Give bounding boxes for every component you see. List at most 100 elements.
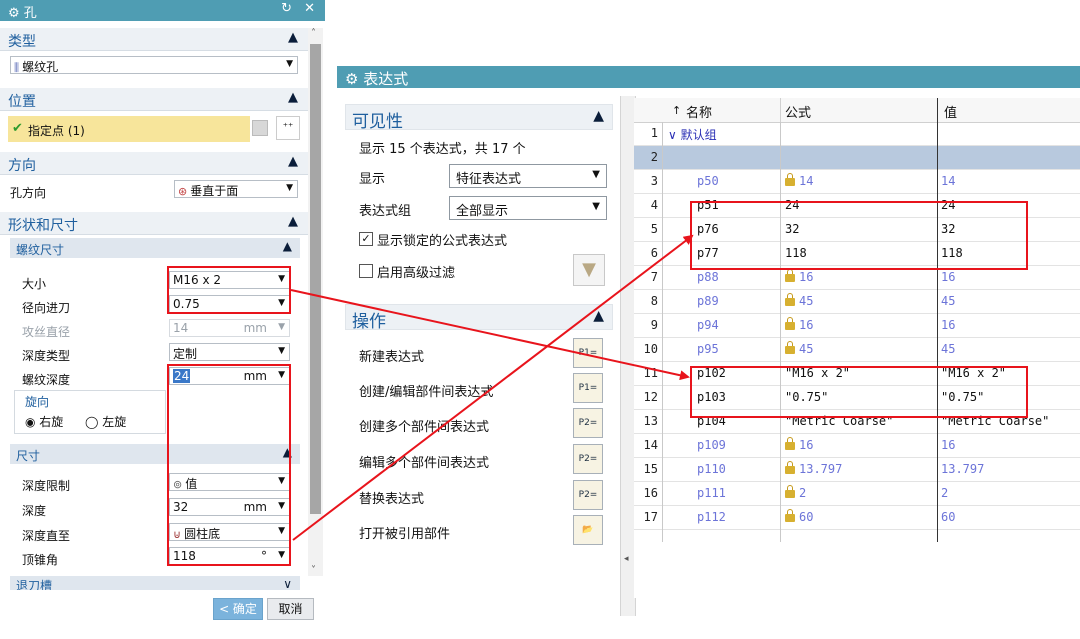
hole-direction-select[interactable]: ⊛ 垂直于面 ▼ [174,180,298,198]
section-shape[interactable]: 形状和尺寸 ▲ [0,212,308,235]
cell-name[interactable]: p88 [697,270,719,284]
tip-angle-label: 顶锥角 [22,553,59,567]
point-dialog-icon[interactable] [252,120,268,136]
expr-left-panel: 可见性 ▲ 显示 15 个表达式，共 17 个 显示 特征表达式 ▼ 表达式组 … [345,96,615,616]
chevron-down-icon[interactable]: ∨ [668,128,681,142]
section-position-label: 位置 [8,94,36,110]
edit-multi-interpart-icon[interactable]: P2= [573,444,603,474]
cell-name[interactable]: p109 [697,438,726,452]
depth-type-label: 深度类型 [22,349,71,363]
table-row[interactable]: 2 [634,146,1080,170]
op-new-expression[interactable]: 新建表达式 [359,346,424,365]
col-value-header[interactable]: 值 [944,102,957,121]
row-number: 10 [643,342,658,356]
cell-name[interactable]: p110 [697,462,726,476]
group-select[interactable]: 全部显示 ▼ [449,196,607,220]
cell-formula[interactable]: 45 [785,341,813,356]
cell-formula[interactable]: 13.797 [785,461,842,476]
chevron-down-icon: ▼ [286,59,293,69]
sort-icon[interactable]: ↑ [672,104,681,117]
table-row[interactable]: 1 ∨ 默认组 [634,122,1080,146]
show-label: 显示 [359,172,386,187]
cell-formula[interactable]: 16 [785,437,813,452]
cancel-button[interactable]: 取消 [267,598,314,620]
col-name-header[interactable]: 名称 [686,102,712,121]
hole-type-select[interactable]: ⫼ 螺纹孔 ▼ [10,56,298,74]
section-position[interactable]: 位置 ▲ [0,88,308,111]
expand-icon[interactable]: ∨ [283,577,292,590]
cell-formula[interactable]: 16 [785,269,813,284]
advanced-filter-checkbox[interactable] [359,264,373,278]
table-row[interactable]: 8 p89 45 45 [634,290,1080,314]
collapse-icon[interactable]: ▲ [593,108,604,124]
op-edit-multi-interpart[interactable]: 编辑多个部件间表达式 [359,452,489,471]
show-locked-checkbox[interactable]: ✓ [359,232,373,246]
lock-icon [785,269,795,282]
table-row[interactable]: 17 p112 60 60 [634,506,1080,530]
replace-expression-icon[interactable]: P2= [573,480,603,510]
operations-section[interactable]: 操作 ▲ [345,304,613,332]
cell-formula[interactable]: 2 [785,485,806,500]
specify-point-row[interactable]: ✔ 指定点 (1) [8,116,250,142]
cell-name[interactable]: p95 [697,342,719,356]
table-row[interactable]: 10 p95 45 45 [634,338,1080,362]
show-select[interactable]: 特征表达式 ▼ [449,164,607,188]
collapse-icon[interactable]: ▲ [288,30,298,45]
interpart-expression-icon[interactable]: P1= [573,373,603,403]
op-open-referenced-part[interactable]: 打开被引用部件 [359,523,450,542]
cell-formula[interactable]: 16 [785,317,813,332]
hole-scrollbar[interactable]: ˄ ˅ [308,28,323,576]
left-hand-radio[interactable]: ◯ 左旋 [85,413,126,430]
rotation-group: 旋向 ◉ 右旋 ◯ 左旋 [14,390,166,434]
subsection-thread-dims[interactable]: 螺纹尺寸 ▲ [10,238,300,258]
collapse-icon[interactable]: ▲ [283,239,292,253]
scroll-thumb[interactable] [310,44,321,514]
table-row[interactable]: 3 p50 14 14 [634,170,1080,194]
collapse-icon[interactable]: ▲ [593,308,604,324]
visibility-section[interactable]: 可见性 ▲ [345,104,613,132]
table-row[interactable]: 16 p111 2 2 [634,482,1080,506]
cell-formula[interactable]: 45 [785,293,813,308]
thread-dims-label: 螺纹尺寸 [16,243,65,257]
collapse-icon[interactable]: ▲ [288,154,298,169]
cell-formula[interactable]: 14 [785,173,813,188]
open-folder-icon[interactable]: 📂 [573,515,603,545]
section-type[interactable]: 类型 ▲ [0,28,308,51]
collapse-icon[interactable]: ▲ [288,90,298,105]
collapse-icon[interactable]: ▲ [288,214,298,229]
cell-name[interactable]: p89 [697,294,719,308]
op-multi-interpart[interactable]: 创建多个部件间表达式 [359,416,489,435]
op-replace-expression[interactable]: 替换表达式 [359,488,424,507]
row-number: 6 [650,246,658,260]
table-row[interactable]: 14 p109 16 16 [634,434,1080,458]
ok-button[interactable]: < 确定 > [213,598,263,636]
show-locked-label: 显示锁定的公式表达式 [377,234,508,249]
group-value: 全部显示 [456,204,509,219]
depth-type-select[interactable]: 定制 ▼ [169,343,290,361]
window-controls[interactable]: ↻ ✕ [281,1,319,16]
new-expression-icon[interactable]: P1= [573,338,603,368]
scroll-down-icon[interactable]: ˅ [311,565,316,576]
cell-value: 16 [941,270,956,284]
cell-name[interactable]: p111 [697,486,726,500]
row-number: 12 [643,390,658,404]
cell-formula[interactable]: 60 [785,509,813,524]
section-direction[interactable]: 方向 ▲ [0,152,308,175]
right-hand-radio[interactable]: ◉ 右旋 [25,413,63,430]
col-formula-header[interactable]: 公式 [785,102,811,121]
table-row[interactable]: 15 p110 13.797 13.797 [634,458,1080,482]
filter-icon[interactable]: ▼ [573,254,605,286]
multi-interpart-icon[interactable]: P2= [573,408,603,438]
op-interpart-expression[interactable]: 创建/编辑部件间表达式 [359,381,493,400]
cell-name[interactable]: p112 [697,510,726,524]
depth-to-label: 深度直至 [22,529,71,543]
scroll-up-icon[interactable]: ˄ [311,28,316,39]
add-point-icon[interactable]: ⁺⁺ [276,116,300,140]
cell-name[interactable]: p94 [697,318,719,332]
cell-name[interactable]: p50 [697,174,719,188]
group-row-label[interactable]: ∨ 默认组 [668,126,717,143]
chevron-left-icon[interactable]: ◂ [624,554,629,564]
chevron-down-icon: ▼ [592,169,600,180]
table-row[interactable]: 9 p94 16 16 [634,314,1080,338]
subsection-relief[interactable]: 退刀槽 ∨ [10,576,300,590]
